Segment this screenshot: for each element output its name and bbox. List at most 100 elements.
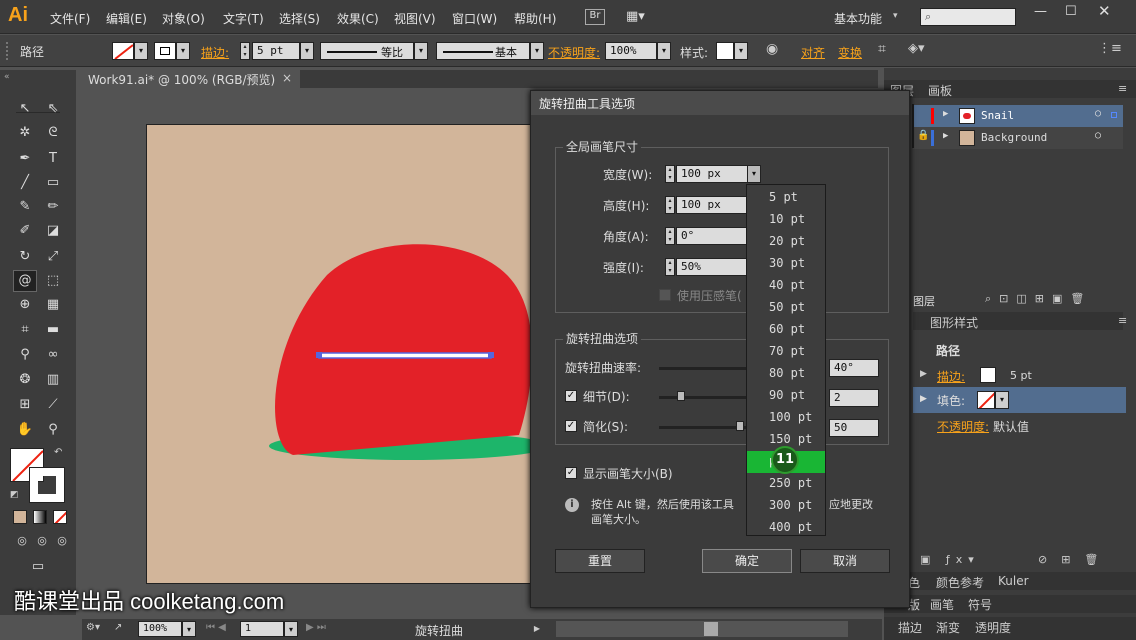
height-spinner[interactable]: ▴ ▾ [665,196,675,214]
isolate-icon[interactable]: ⌗ [878,41,886,57]
gradient-tool-icon[interactable]: ▬ [43,320,63,340]
expand-icon[interactable]: ▶ [943,131,948,141]
zoom-dropdown[interactable]: ▾ [182,621,196,637]
artboard[interactable] [146,124,536,584]
status-menu-icon[interactable]: ▶ [530,621,544,637]
workspace-chevron-icon[interactable]: ▾ [893,11,898,21]
ok-button[interactable]: 确定 [702,549,792,573]
rectangle-tool-icon[interactable]: ▭ [43,173,63,193]
layer-row-snail[interactable]: ▶ Snail ○ [913,105,1123,127]
zoom-tool-icon[interactable]: ⚲ [43,420,63,440]
arrange-documents-icon[interactable]: ▦▾ [626,9,650,25]
menu-window[interactable]: 窗口(W) [452,10,497,27]
document-tab[interactable]: Work91.ai* @ 100% (RGB/预览) × [82,69,300,89]
appearance-fill-dropdown[interactable]: ▾ [995,391,1009,409]
zoom-field[interactable]: 100% [138,621,182,637]
color-mode-icon[interactable] [13,510,27,524]
dropdown-option[interactable]: 100 pt [747,407,825,429]
panel-menu-icon[interactable]: ⋮≡ [1098,41,1122,56]
tab-brushes[interactable]: 画笔 [930,596,954,613]
dropdown-option[interactable]: 20 pt [747,231,825,253]
paintbrush-tool-icon[interactable]: ✎ [15,197,35,217]
width-spinner[interactable]: ▴ ▾ [665,165,675,183]
opacity-field[interactable]: 100% [605,42,657,60]
stroke-label[interactable]: 描边: [201,44,229,61]
show-brush-size-checkbox[interactable]: ✓ [565,467,577,479]
panel-menu-icon[interactable]: ≡ [1118,314,1127,327]
dropdown-option[interactable]: 60 pt [747,319,825,341]
recolor-artwork-icon[interactable]: ◉ [766,41,778,57]
tab-artboards[interactable]: 画板 [928,82,952,99]
isolation-mode-icon[interactable]: ◈▾ [908,41,925,56]
dropdown-option[interactable]: 40 pt [747,275,825,297]
simplify-checkbox[interactable]: ✓ [565,420,577,432]
appearance-actions-icons[interactable]: ▣ ƒx▾ [920,553,980,566]
stroke-spinner[interactable]: ▴ ▾ [240,42,250,60]
panel-menu-icon[interactable]: ≡ [1118,82,1127,95]
pencil-tool-icon[interactable]: ✏ [43,197,63,217]
reset-button[interactable]: 重置 [555,549,645,573]
search-input[interactable]: ⌕ [920,8,1016,26]
cancel-button[interactable]: 取消 [800,549,890,573]
graphic-style-swatch[interactable] [716,42,734,60]
detail-checkbox[interactable]: ✓ [565,390,577,402]
dropdown-option[interactable]: 80 pt [747,363,825,385]
target-icon[interactable]: ○ [1095,130,1101,141]
tab-stroke[interactable]: 描边 [898,619,922,636]
menu-view[interactable]: 视图(V) [394,10,436,27]
selection-indicator[interactable] [1111,112,1117,118]
simplify-slider-thumb[interactable] [736,421,744,431]
perspective-grid-tool-icon[interactable]: ▦ [43,295,63,315]
simplify-field[interactable]: 50 [829,419,879,437]
expand-icon[interactable]: ▶ [920,394,927,404]
cc-sync-icon[interactable]: ⚙▾ [86,622,100,633]
layer-row-background[interactable]: 🔒 ▶ Background ○ [913,127,1123,149]
layer-actions-icons[interactable]: ⌕⊡◫⊞▣🗑 [985,292,1092,306]
dropdown-option[interactable]: 50 pt [747,297,825,319]
snail-shell-shape[interactable] [275,244,533,455]
draw-inside-icon[interactable]: ◎ [52,531,72,551]
detail-slider[interactable] [659,396,747,399]
anchor-point[interactable] [488,352,494,358]
gradient-mode-icon[interactable] [33,510,47,524]
dropdown-option[interactable]: 30 pt [747,253,825,275]
direct-selection-tool-icon[interactable]: ⇖ [43,99,63,119]
mesh-tool-icon[interactable]: ⌗ [15,320,35,340]
fill-swatch[interactable] [112,42,134,60]
fill-dropdown[interactable]: ▾ [134,42,148,60]
collapse-toolbar-icon[interactable]: « [4,72,10,82]
eraser-tool-icon[interactable]: ◪ [43,221,63,241]
default-colors-icon[interactable]: ◩ [10,490,19,500]
tab-kuler[interactable]: Kuler [998,574,1029,588]
appearance-fill-swatch[interactable] [977,391,995,409]
first-artboard-icon[interactable]: ⏮ ◀ [206,622,226,633]
appearance-stroke-swatch[interactable] [980,367,996,383]
screen-mode-icon[interactable]: ▭ [28,557,48,577]
next-artboard-icon[interactable]: ▶ ⏭ [306,622,326,633]
twirl-tool-icon[interactable]: @ [13,270,37,292]
lock-icon[interactable]: 🔒 [917,130,929,141]
selected-path[interactable] [318,352,492,359]
tab-symbols[interactable]: 符号 [968,596,992,613]
selection-tool-icon[interactable]: ↖ [15,99,35,119]
variable-width-profile[interactable]: 等比 [320,42,414,60]
blob-brush-tool-icon[interactable]: ✐ [15,221,35,241]
symbol-sprayer-tool-icon[interactable]: ❂ [15,370,35,390]
height-field[interactable]: 100 px [676,196,748,214]
draw-behind-icon[interactable]: ◎ [32,531,52,551]
align-link[interactable]: 对齐 [801,44,825,61]
menu-type[interactable]: 文字(T) [223,10,264,27]
pressure-pen-checkbox[interactable] [659,289,671,301]
lasso-tool-icon[interactable]: ᘓ [43,123,63,143]
dropdown-option[interactable]: 250 pt [747,473,825,495]
dropdown-option[interactable]: 10 pt [747,209,825,231]
stroke-color-box[interactable] [29,467,65,503]
minimize-icon[interactable]: — [1034,4,1047,19]
dropdown-option[interactable]: 400 pt [747,517,825,539]
profile-dropdown[interactable]: ▾ [414,42,428,60]
artboard-number-field[interactable]: 1 [240,621,284,637]
workspace-switcher[interactable]: 基本功能 [834,10,882,27]
layer-name[interactable]: Background [981,131,1047,144]
width-dropdown[interactable]: ▾ [747,165,761,183]
scale-tool-icon[interactable]: ⤢ [43,247,63,267]
